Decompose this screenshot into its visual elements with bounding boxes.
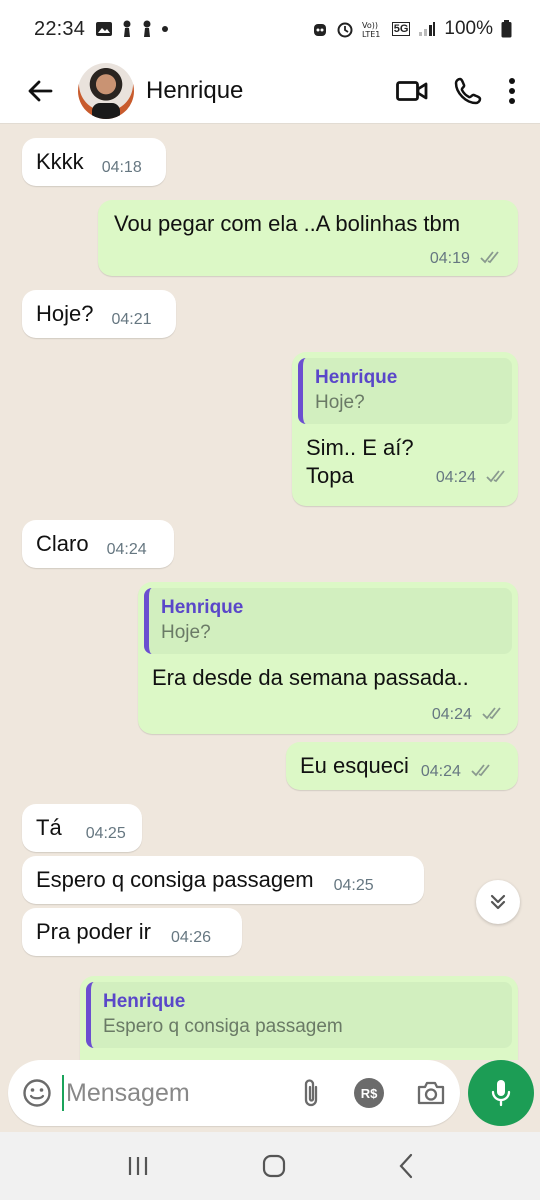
message-input[interactable]: Mensagem [66, 1079, 190, 1108]
message-time: 04:18 [101, 159, 142, 176]
svg-text:LTE1: LTE1 [362, 30, 380, 38]
message-text: Pra poder ir [36, 919, 151, 944]
message-text: Claro [36, 531, 89, 556]
voice-message-button[interactable] [468, 1060, 534, 1126]
message-incoming[interactable]: Claro 04:24 [22, 520, 174, 568]
message-time: 04:24 [420, 763, 461, 780]
attach-icon[interactable] [300, 1078, 322, 1108]
home-icon[interactable] [262, 1154, 286, 1178]
message-outgoing-reply[interactable]: Henrique Hoje? Era desde da semana passa… [138, 582, 518, 734]
message-text: Tá [36, 815, 62, 840]
gallery-icon [96, 22, 113, 36]
message-text: Hoje? [36, 301, 94, 326]
recent-apps-icon[interactable] [126, 1155, 150, 1177]
message-time: 04:24 [431, 706, 472, 723]
message-outgoing-reply[interactable]: Henrique Espero q consiga passagem [80, 976, 518, 1060]
quoted-author: Henrique [161, 597, 244, 618]
scroll-to-bottom-button[interactable] [476, 880, 520, 924]
quoted-message[interactable]: Henrique Hoje? [144, 588, 512, 654]
dot-icon [162, 26, 169, 32]
message-outgoing[interactable]: Vou pegar com ela ..A bolinhas tbm 04:19 [98, 200, 518, 276]
quoted-message[interactable]: Henrique Espero q consiga passagem [86, 982, 512, 1048]
message-time: 04:25 [333, 877, 374, 894]
chat-header: Henrique [0, 58, 540, 124]
message-text: Eu esqueci [300, 753, 409, 778]
message-incoming[interactable]: Kkkk 04:18 [22, 138, 166, 186]
pix-payment-button[interactable]: R$ [354, 1078, 384, 1108]
chat-area[interactable]: Kkkk 04:18 Vou pegar com ela ..A bolinha… [0, 124, 540, 1060]
svg-text:Vo)): Vo)) [362, 21, 378, 30]
quoted-text: Espero q consiga passagem [103, 1016, 343, 1037]
message-text: Era desde da semana passada.. [152, 665, 469, 690]
currency-label: R$ [360, 1085, 378, 1101]
avatar[interactable] [78, 62, 134, 119]
network-type: 5G [391, 22, 411, 36]
message-time: 04:25 [85, 825, 126, 842]
message-text: Espero q consiga passagem [36, 867, 314, 892]
message-time: 04:24 [435, 469, 476, 486]
camera-icon[interactable] [416, 1080, 446, 1106]
message-text-line: Sim.. E aí? [306, 435, 414, 460]
quoted-author: Henrique [315, 367, 398, 388]
system-navigation-bar [0, 1132, 540, 1200]
phone-call-icon[interactable] [454, 77, 482, 105]
robot-icon [313, 24, 326, 36]
quoted-text: Hoje? [315, 392, 365, 413]
back-button[interactable] [12, 63, 68, 119]
double-chevron-down-icon [490, 894, 506, 910]
notification-icons [95, 20, 169, 38]
microphone-icon [491, 1080, 511, 1107]
chess-pawn-icon [143, 20, 151, 37]
battery-icon [501, 20, 512, 38]
volte-icon: Vo))LTE1 [362, 21, 380, 38]
message-time: 04:26 [170, 929, 211, 946]
message-incoming[interactable]: Tá 04:25 [22, 804, 142, 852]
double-check-icon [471, 764, 490, 777]
arrow-left-icon [28, 80, 53, 101]
status-bar: 22:34 Vo)) LTE1 5G 100% [0, 0, 540, 58]
battery-percentage: 100% [444, 18, 493, 39]
message-text: Kkkk [36, 149, 84, 174]
status-time: 22:34 [34, 17, 86, 40]
message-outgoing[interactable]: Eu esqueci 04:24 [286, 742, 518, 790]
text-cursor [62, 1075, 64, 1111]
chess-pawn-icon [123, 20, 131, 37]
double-check-icon [480, 251, 499, 264]
message-text: Vou pegar com ela ..A bolinhas tbm [114, 211, 461, 236]
double-check-icon [482, 707, 501, 720]
system-icons: Vo)) LTE1 5G 100% [312, 18, 512, 40]
contact-name[interactable]: Henrique [146, 77, 243, 105]
emoji-icon[interactable] [22, 1078, 52, 1108]
message-incoming[interactable]: Hoje? 04:21 [22, 290, 176, 338]
more-options-icon[interactable] [508, 77, 516, 104]
signal-icon [419, 22, 436, 36]
message-incoming[interactable]: Pra poder ir 04:26 [22, 908, 242, 956]
double-check-icon [486, 470, 505, 483]
quoted-text: Hoje? [161, 622, 211, 643]
message-incoming[interactable]: Espero q consiga passagem 04:25 [22, 856, 424, 904]
back-nav-icon[interactable] [398, 1153, 414, 1179]
message-input-bar: Mensagem R$ [8, 1060, 460, 1126]
quoted-author: Henrique [103, 991, 186, 1012]
video-call-icon[interactable] [396, 79, 428, 103]
message-time: 04:21 [111, 311, 152, 328]
message-time: 04:24 [106, 541, 147, 558]
message-time: 04:19 [429, 250, 470, 267]
quoted-message[interactable]: Henrique Hoje? [298, 358, 512, 424]
message-outgoing-reply[interactable]: Henrique Hoje? Sim.. E aí? Topa 04:24 [292, 352, 518, 506]
alarm-icon [337, 22, 353, 38]
